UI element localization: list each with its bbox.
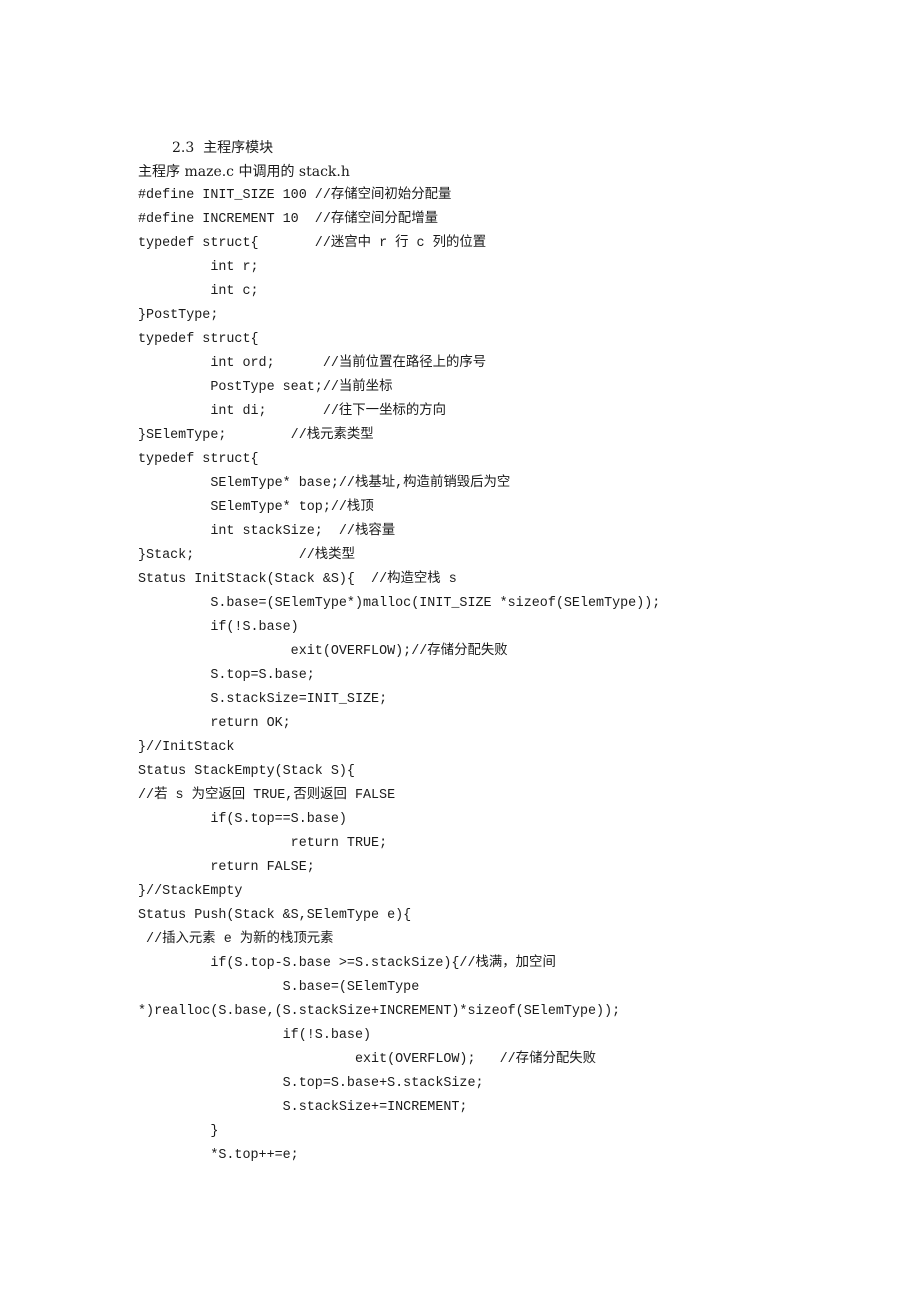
code-line: S.base=(SElemType [138, 980, 420, 995]
code-line: SElemType* base;//栈基址,构造前销毁后为空 [138, 476, 511, 491]
code-line: int stackSize; //栈容量 [138, 524, 396, 539]
code-line: if(S.top-S.base >=S.stackSize){//栈满，加空间 [138, 956, 556, 971]
intro-text: 主程序 maze.c 中调用的 stack.h [138, 164, 350, 180]
code-line: if(!S.base) [138, 620, 299, 635]
code-line: int ord; //当前位置在路径上的序号 [138, 356, 487, 371]
code-line: return TRUE; [138, 836, 388, 851]
code-line: if(S.top==S.base) [138, 812, 347, 827]
document-page: 2.3 主程序模块 主程序 maze.c 中调用的 stack.h #defin… [0, 0, 920, 1302]
section-heading: 2.3 主程序模块 [172, 140, 274, 156]
code-line: S.top=S.base+S.stackSize; [138, 1076, 484, 1091]
document-body: 2.3 主程序模块 主程序 maze.c 中调用的 stack.h #defin… [138, 136, 898, 1168]
code-line: S.stackSize+=INCREMENT; [138, 1100, 468, 1115]
code-block: #define INIT_SIZE 100 //存储空间初始分配量 #define… [138, 184, 898, 1168]
code-line: Status Push(Stack &S,SElemType e){ [138, 908, 412, 923]
code-line: } [138, 1124, 219, 1139]
code-line: typedef struct{ [138, 452, 259, 467]
code-line: }//StackEmpty [138, 884, 243, 899]
code-line: exit(OVERFLOW); //存储分配失败 [138, 1052, 597, 1067]
code-line: //若 s 为空返回 TRUE,否则返回 FALSE [138, 788, 396, 803]
code-line: PostType seat;//当前坐标 [138, 380, 393, 395]
code-line: S.top=S.base; [138, 668, 315, 683]
code-line: #define INIT_SIZE 100 //存储空间初始分配量 [138, 188, 452, 203]
code-line: return FALSE; [138, 860, 315, 875]
code-line: }Stack; //栈类型 [138, 548, 355, 563]
code-line: //插入元素 e 为新的栈顶元素 [138, 932, 334, 947]
code-line: Status InitStack(Stack &S){ //构造空栈 s [138, 572, 457, 587]
code-line: S.base=(SElemType*)malloc(INIT_SIZE *siz… [138, 596, 661, 611]
code-line: }PostType; [138, 308, 219, 323]
code-line: return OK; [138, 716, 291, 731]
code-line: typedef struct{ //迷宫中 r 行 c 列的位置 [138, 236, 487, 251]
code-line: exit(OVERFLOW);//存储分配失败 [138, 644, 508, 659]
code-line: }SElemType; //栈元素类型 [138, 428, 374, 443]
code-line: *)realloc(S.base,(S.stackSize+INCREMENT)… [138, 1004, 621, 1019]
code-line: S.stackSize=INIT_SIZE; [138, 692, 388, 707]
code-line: int c; [138, 284, 259, 299]
code-line: SElemType* top;//栈顶 [138, 500, 374, 515]
code-line: *S.top++=e; [138, 1148, 299, 1163]
code-line: if(!S.base) [138, 1028, 372, 1043]
code-line: typedef struct{ [138, 332, 259, 347]
code-line: Status StackEmpty(Stack S){ [138, 764, 355, 779]
code-line: #define INCREMENT 10 //存储空间分配增量 [138, 212, 438, 227]
code-line: }//InitStack [138, 740, 235, 755]
code-line: int di; //往下一坐标的方向 [138, 404, 447, 419]
code-line: int r; [138, 260, 259, 275]
